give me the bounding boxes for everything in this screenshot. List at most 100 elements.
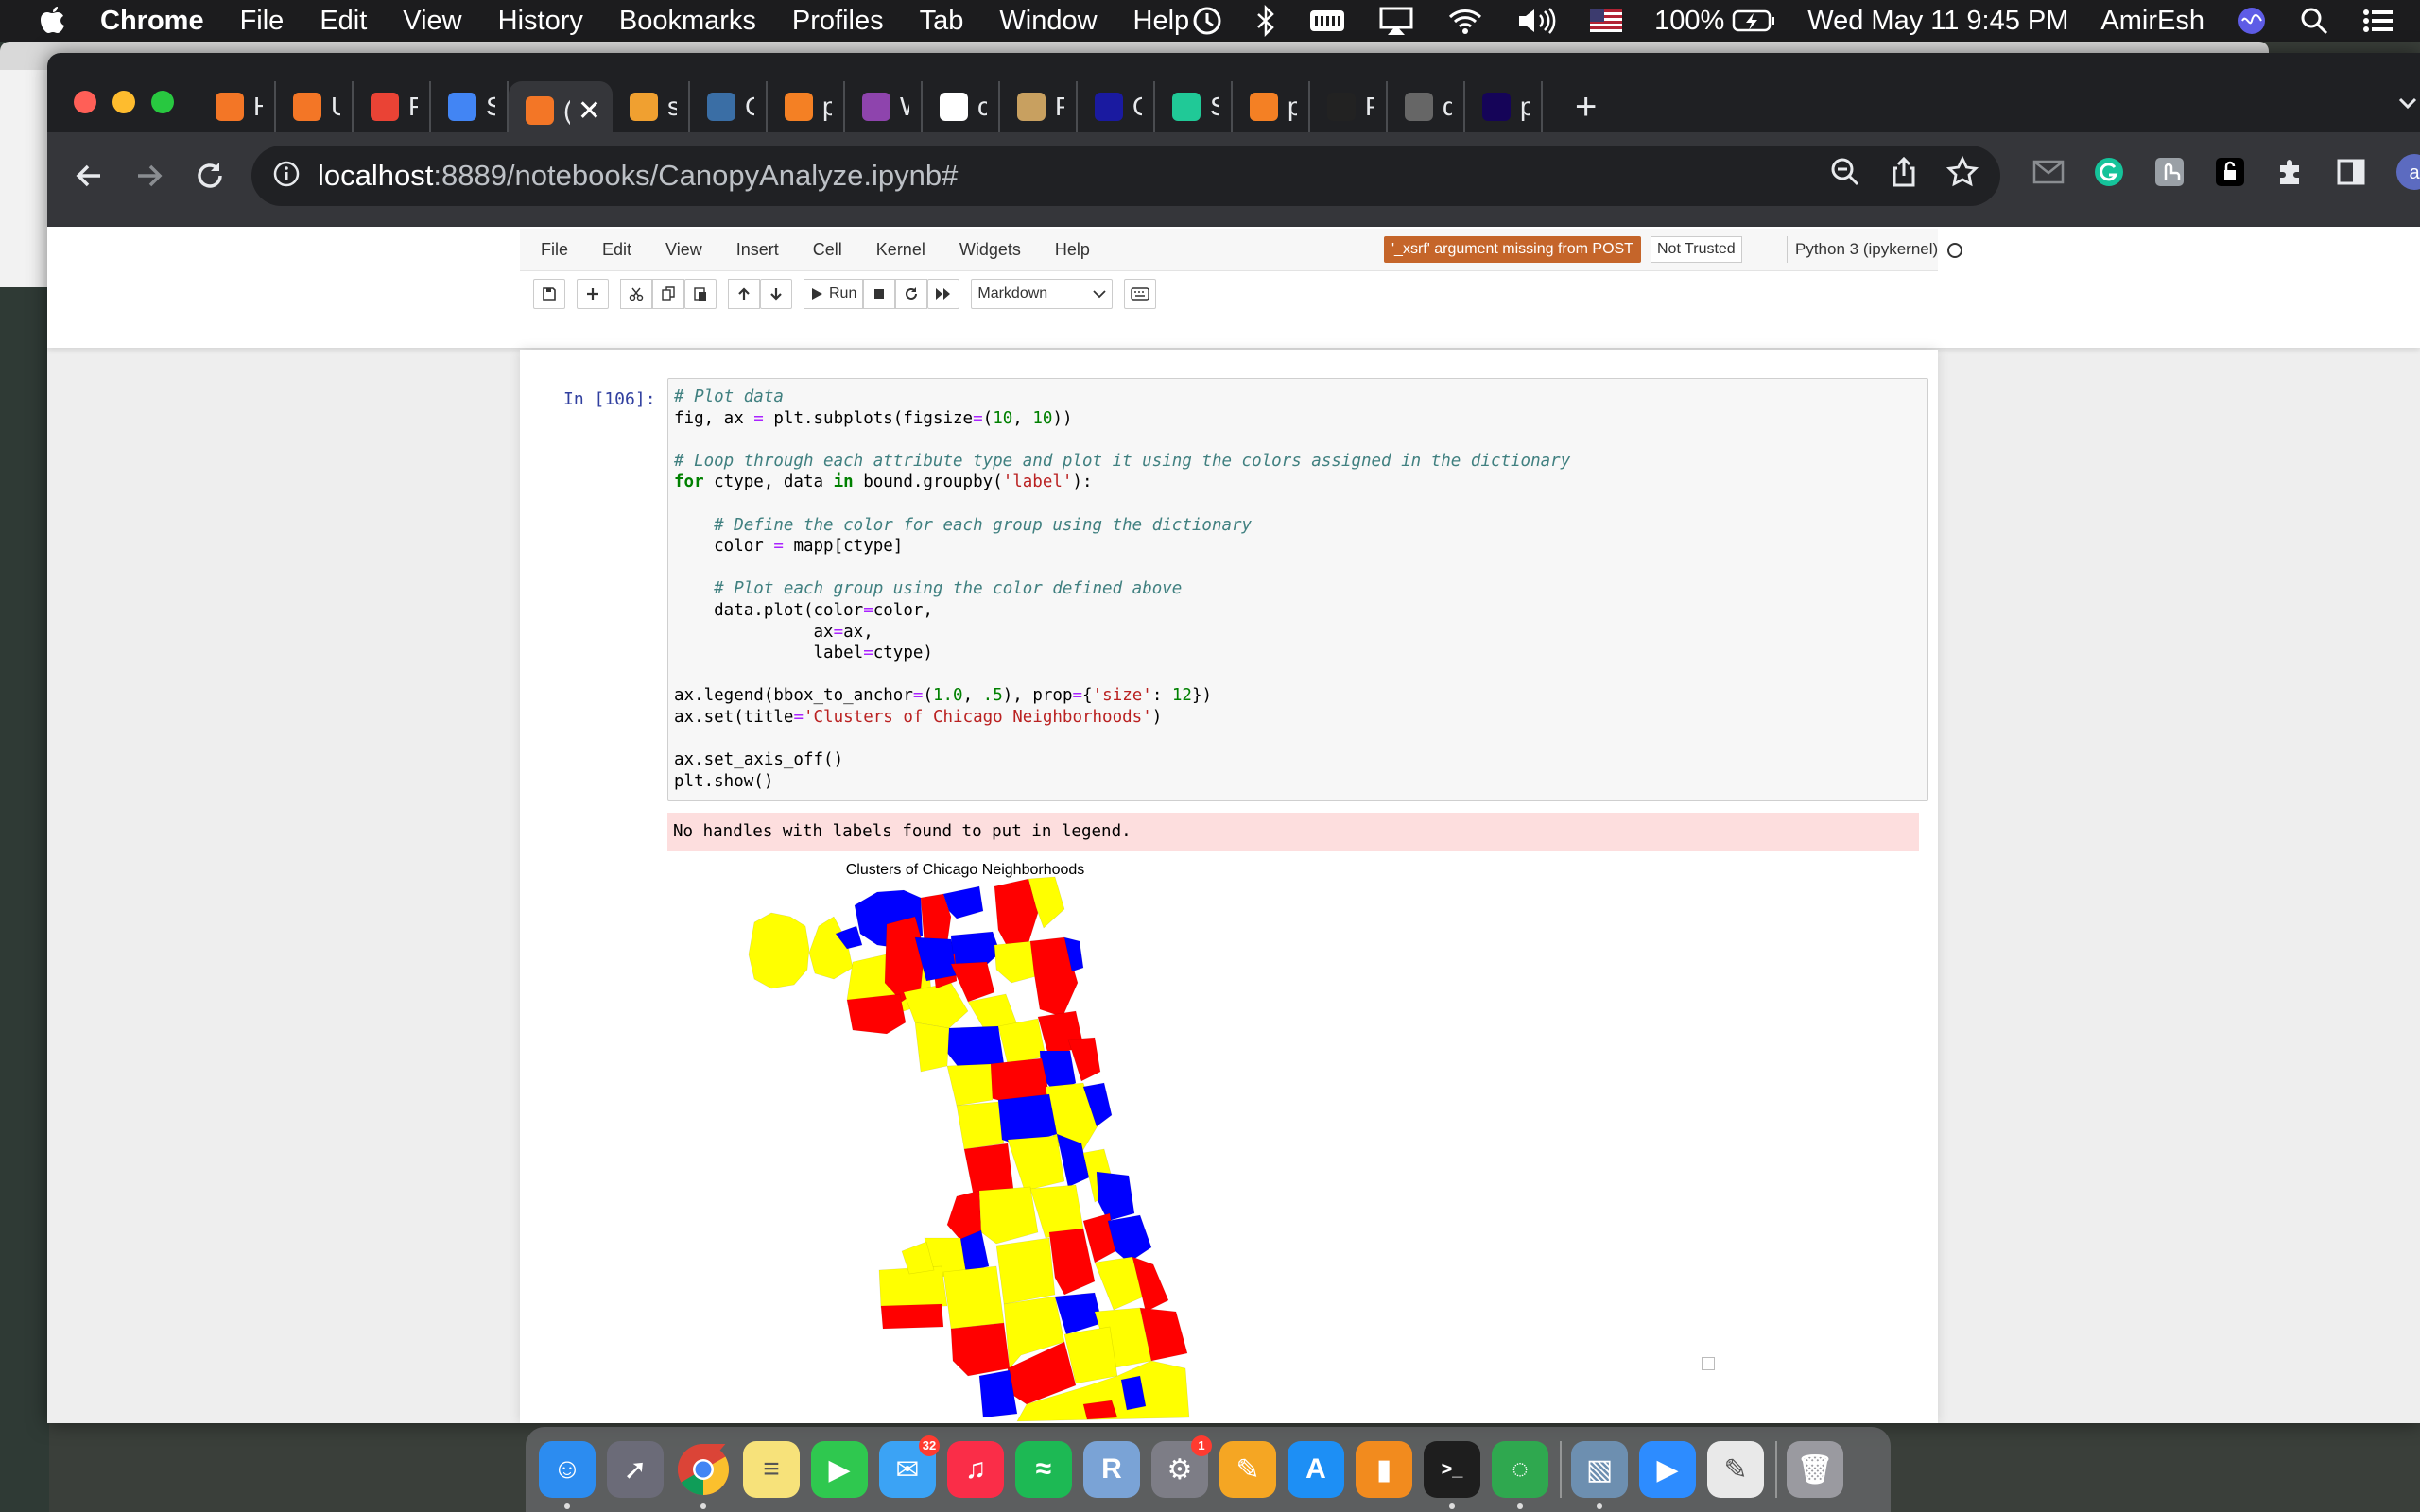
profile-avatar[interactable]: a <box>2395 153 2420 191</box>
tab-14[interactable]: Plot <box>1310 81 1388 132</box>
tab-11[interactable]: Ope <box>1078 81 1155 132</box>
copy-button[interactable] <box>652 279 684 309</box>
menu-item-bookmarks[interactable]: Bookmarks <box>619 6 756 37</box>
dock-spotify-icon[interactable]: ≈ <box>1015 1441 1072 1498</box>
dock-notes-icon[interactable]: ≡ <box>743 1441 800 1498</box>
dock-books-icon[interactable]: ▮ <box>1356 1441 1412 1498</box>
tab-2[interactable]: Fwd <box>354 81 431 132</box>
code-cell-editor[interactable]: # Plot data fig, ax = plt.subplots(figsi… <box>667 378 1928 801</box>
share-icon[interactable] <box>1887 155 1921 194</box>
tab-0[interactable]: Hom <box>199 81 276 132</box>
grammarly-extension-icon[interactable] <box>2093 156 2125 188</box>
back-arrow-icon[interactable] <box>66 153 112 198</box>
paste-button[interactable] <box>684 279 717 309</box>
run-button[interactable]: Run <box>804 279 864 309</box>
notebook-menu-widgets[interactable]: Widgets <box>959 240 1021 260</box>
dock-system-preferences-icon[interactable]: ⚙ 1 <box>1151 1435 1212 1498</box>
lock-extension-icon[interactable] <box>2214 156 2246 188</box>
output-scroll-toggle[interactable] <box>1702 1357 1715 1370</box>
notebook-menu-file[interactable]: File <box>541 240 568 260</box>
command-palette-button[interactable] <box>1124 279 1157 309</box>
dock-trash-icon[interactable]: 🗑 <box>1787 1441 1843 1498</box>
clock[interactable]: Wed May 11 9:45 PM <box>1807 6 2068 37</box>
zoom-out-icon[interactable] <box>1828 155 1862 194</box>
cell-type-select[interactable]: Markdown <box>971 279 1114 309</box>
forward-arrow-icon[interactable] <box>127 153 172 198</box>
apple-menu-icon[interactable] <box>38 5 78 37</box>
save-button[interactable] <box>533 279 565 309</box>
tab-16[interactable]: pan <box>1465 81 1543 132</box>
dock-spinner-app-icon[interactable]: ◌ <box>1492 1441 1548 1509</box>
tab-1[interactable]: Unti <box>276 81 354 132</box>
tab-6[interactable]: Cus <box>690 81 768 132</box>
tab-9[interactable]: chic <box>923 81 1000 132</box>
notebook-menu-cell[interactable]: Cell <box>813 240 842 260</box>
tab-close-icon[interactable]: ✕ <box>578 94 601 128</box>
mail-extension-icon[interactable] <box>2032 158 2065 186</box>
notebook-menu-view[interactable]: View <box>666 240 702 260</box>
dock-finder-icon[interactable]: ☺ <box>539 1441 596 1509</box>
tab-5[interactable]: skle <box>613 81 690 132</box>
minimize-window-button[interactable] <box>112 91 135 113</box>
us-flag-icon[interactable] <box>1590 9 1623 32</box>
tab-12[interactable]: Sha <box>1155 81 1233 132</box>
zoom-window-button[interactable] <box>151 91 174 113</box>
dock-chrome-icon[interactable] <box>675 1441 732 1509</box>
volume-icon[interactable] <box>1516 6 1558 36</box>
address-bar[interactable]: localhost:8889/notebooks/CanopyAnalyze.i… <box>251 146 2000 206</box>
menu-item-profiles[interactable]: Profiles <box>792 6 884 37</box>
tab-8[interactable]: War <box>845 81 923 132</box>
dock-zoom-icon[interactable]: ▶ <box>1639 1441 1696 1498</box>
dock-terminal-icon[interactable]: >_ <box>1424 1441 1480 1509</box>
move-down-button[interactable] <box>760 279 792 309</box>
extensions-puzzle-icon[interactable] <box>2274 156 2307 188</box>
menu-item-history[interactable]: History <box>498 6 583 37</box>
tab-13[interactable]: pyth <box>1233 81 1310 132</box>
tab-10[interactable]: Plot <box>1000 81 1078 132</box>
new-tab-plus-icon[interactable]: + <box>1575 86 1597 129</box>
side-panel-icon[interactable] <box>2335 156 2367 188</box>
battery-icon[interactable] <box>1732 9 1775 33</box>
keyboard-icon[interactable] <box>1308 7 1346 35</box>
notebook-menu-help[interactable]: Help <box>1055 240 1090 260</box>
notebook-menu-kernel[interactable]: Kernel <box>876 240 925 260</box>
tab-search-chevron-icon[interactable] <box>2395 91 2420 122</box>
menu-item-view[interactable]: View <box>403 6 461 37</box>
menu-item-file[interactable]: File <box>240 6 285 37</box>
control-center-icon[interactable] <box>2361 7 2395 35</box>
menu-item-window[interactable]: Window <box>999 6 1097 37</box>
kernel-indicator[interactable]: Python 3 (ipykernel) <box>1787 236 1963 263</box>
restart-button[interactable] <box>895 279 928 309</box>
url-text[interactable]: localhost:8889/notebooks/CanopyAnalyze.i… <box>318 159 958 193</box>
siri-icon[interactable] <box>2237 6 2267 36</box>
dock-app-store-icon[interactable]: A <box>1288 1441 1344 1498</box>
dock-music-icon[interactable]: ♫ <box>947 1441 1004 1498</box>
user-name[interactable]: AmirEsh <box>2100 6 2204 37</box>
wifi-icon[interactable] <box>1446 6 1484 36</box>
restart-run-all-button[interactable] <box>927 279 960 309</box>
spotlight-icon[interactable] <box>2299 6 2329 36</box>
site-info-icon[interactable] <box>272 160 301 193</box>
menu-item-edit[interactable]: Edit <box>320 6 367 37</box>
tab-7[interactable]: pyth <box>768 81 845 132</box>
menu-item-tab[interactable]: Tab <box>920 6 964 37</box>
tab-3[interactable]: SoR <box>431 81 509 132</box>
battery-percent[interactable]: 100% <box>1654 6 1724 37</box>
airplay-icon[interactable] <box>1378 5 1414 37</box>
cut-button[interactable] <box>620 279 652 309</box>
reload-icon[interactable] <box>187 153 233 198</box>
menu-item-help[interactable]: Help <box>1133 6 1190 37</box>
tab-15[interactable]: data <box>1388 81 1465 132</box>
menu-item-chrome[interactable]: Chrome <box>100 6 204 37</box>
dock-facetime-icon[interactable]: ▶ <box>811 1441 868 1498</box>
tab-active[interactable]: (✕ <box>509 81 613 140</box>
dock-r-app-icon[interactable]: R <box>1083 1441 1140 1498</box>
trust-indicator[interactable]: Not Trusted <box>1651 236 1742 263</box>
dock-pages-icon[interactable]: ✎ <box>1219 1441 1276 1498</box>
bookmark-star-icon[interactable] <box>1945 155 1979 194</box>
dock-messages-icon[interactable]: ✉ 32 <box>879 1435 940 1498</box>
notebook-menu-insert[interactable]: Insert <box>736 240 779 260</box>
close-window-button[interactable] <box>74 91 96 113</box>
xsrf-warning-badge[interactable]: '_xsrf' argument missing from POST <box>1384 236 1641 263</box>
code-text[interactable]: # Plot data fig, ax = plt.subplots(figsi… <box>674 387 1570 792</box>
